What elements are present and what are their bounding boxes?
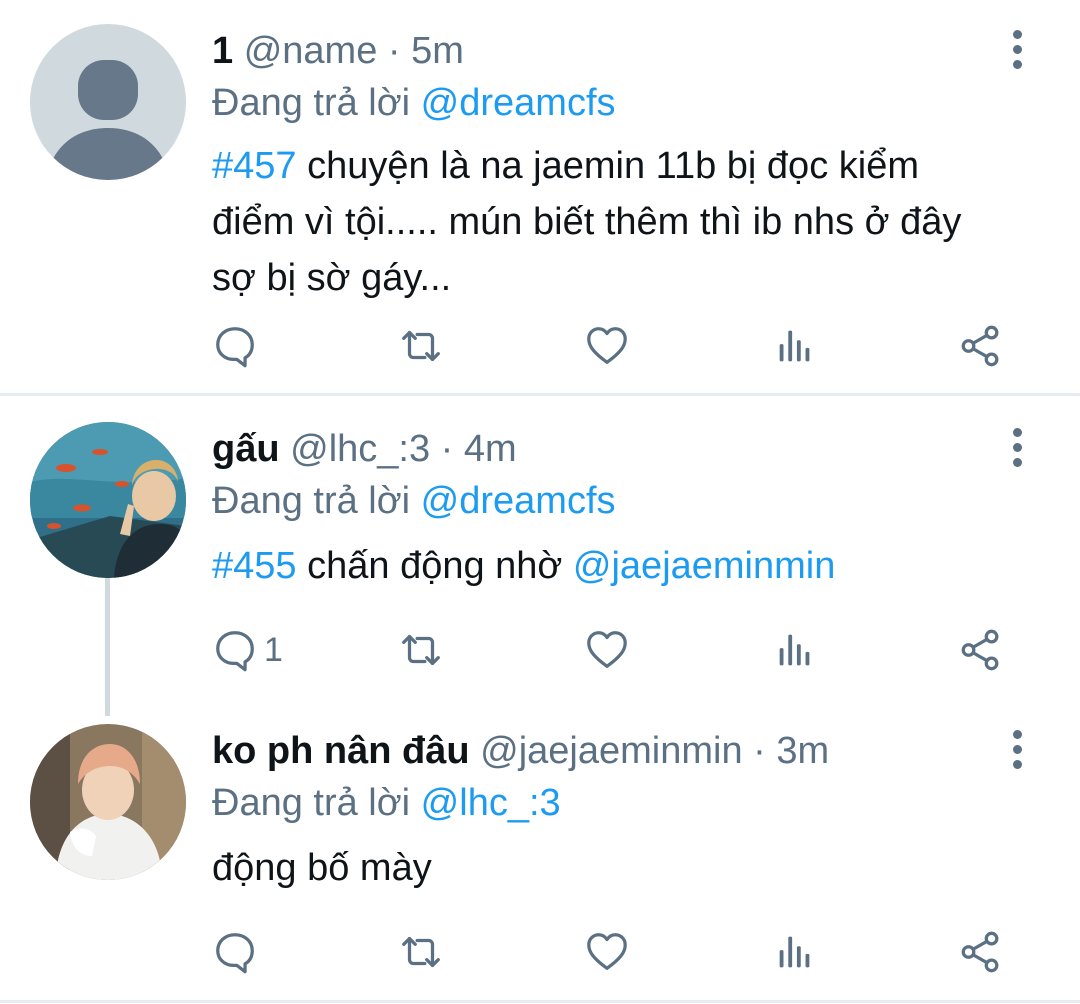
reply-button[interactable]: 1 bbox=[212, 620, 283, 680]
action-bar: 1 bbox=[212, 620, 1032, 680]
timestamp[interactable]: 4m bbox=[464, 428, 517, 470]
share-button[interactable] bbox=[958, 620, 1004, 680]
more-vertical-icon bbox=[1012, 29, 1022, 39]
reply-to-mention[interactable]: @dreamcfs bbox=[421, 480, 616, 522]
analytics-bars-icon bbox=[772, 929, 818, 975]
heart-icon bbox=[584, 323, 630, 369]
user-photo-portrait bbox=[30, 724, 186, 880]
separator: · bbox=[440, 428, 454, 470]
avatar-user-gau[interactable] bbox=[30, 422, 186, 578]
more-vertical-icon bbox=[1012, 427, 1022, 437]
reply-bubble-icon bbox=[212, 323, 258, 369]
reply-to-mention[interactable]: @lhc_:3 bbox=[421, 782, 561, 824]
retweet-button[interactable] bbox=[398, 620, 444, 680]
retweet-icon bbox=[398, 323, 444, 369]
separator: · bbox=[387, 30, 401, 72]
views-button[interactable] bbox=[772, 620, 818, 680]
handle[interactable]: @name bbox=[244, 30, 378, 72]
tweet-feed: 1 @name · 5m Đang trả lời @dreamcfs #457… bbox=[0, 0, 1080, 1004]
views-button[interactable] bbox=[772, 316, 818, 376]
avatar-user-jaejaeminmin[interactable] bbox=[30, 724, 186, 880]
tweet-header: 1 @name · 5m bbox=[212, 26, 990, 76]
like-button[interactable] bbox=[584, 316, 630, 376]
more-options-button[interactable] bbox=[1002, 422, 1032, 472]
tweet-text: #457 chuyện là na jaemin 11b bị đọc kiểm… bbox=[212, 138, 1052, 306]
more-vertical-icon bbox=[1012, 729, 1022, 739]
retweet-icon bbox=[398, 627, 444, 673]
tweet-divider bbox=[0, 1000, 1080, 1003]
reply-button[interactable] bbox=[212, 316, 264, 376]
display-name[interactable]: 1 bbox=[212, 30, 233, 72]
default-avatar-icon bbox=[30, 24, 186, 180]
tweet[interactable]: gấu @lhc_:3 · 4m Đang trả lời @dreamcfs … bbox=[0, 398, 1080, 698]
like-button[interactable] bbox=[584, 922, 630, 982]
text-segment: chấn động nhờ bbox=[296, 545, 573, 587]
tweet-header: gấu @lhc_:3 · 4m bbox=[212, 424, 990, 474]
display-name[interactable]: gấu bbox=[212, 428, 280, 470]
tweet-text: #455 chấn động nhờ @jaejaeminmin bbox=[212, 538, 1052, 594]
timestamp[interactable]: 3m bbox=[776, 730, 829, 772]
share-icon bbox=[958, 323, 1004, 369]
reply-prefix: Đang trả lời bbox=[212, 782, 411, 824]
hashtag-link[interactable]: #457 bbox=[212, 145, 297, 187]
heart-icon bbox=[584, 929, 630, 975]
tweet-header: ko ph nân đâu @jaejaeminmin · 3m bbox=[212, 726, 990, 776]
retweet-button[interactable] bbox=[398, 316, 444, 376]
action-bar bbox=[212, 922, 1032, 982]
reply-to-mention[interactable]: @dreamcfs bbox=[421, 82, 616, 124]
text-line: điểm vì tội..... mún biết thêm thì ib nh… bbox=[212, 201, 962, 243]
action-bar bbox=[212, 316, 1032, 376]
text-line: chuyện là na jaemin 11b bị đọc kiểm bbox=[296, 145, 919, 187]
reply-bubble-icon bbox=[212, 627, 258, 673]
reply-count: 1 bbox=[264, 630, 283, 669]
avatar-default[interactable] bbox=[30, 24, 186, 180]
analytics-bars-icon bbox=[772, 323, 818, 369]
reply-prefix: Đang trả lời bbox=[212, 480, 411, 522]
tweet-divider bbox=[0, 393, 1080, 396]
reply-prefix: Đang trả lời bbox=[212, 82, 411, 124]
text-line: sợ bị sờ gáy... bbox=[212, 257, 452, 299]
replying-to: Đang trả lời @dreamcfs bbox=[212, 476, 616, 526]
views-button[interactable] bbox=[772, 922, 818, 982]
timestamp[interactable]: 5m bbox=[411, 30, 464, 72]
more-options-button[interactable] bbox=[1002, 724, 1032, 774]
share-button[interactable] bbox=[958, 922, 1004, 982]
analytics-bars-icon bbox=[772, 627, 818, 673]
reply-bubble-icon bbox=[212, 929, 258, 975]
more-options-button[interactable] bbox=[1002, 24, 1032, 74]
share-icon bbox=[958, 929, 1004, 975]
tweet[interactable]: ko ph nân đâu @jaejaeminmin · 3m Đang tr… bbox=[0, 700, 1080, 1000]
retweet-button[interactable] bbox=[398, 922, 444, 982]
replying-to: Đang trả lời @dreamcfs bbox=[212, 78, 616, 128]
tweet[interactable]: 1 @name · 5m Đang trả lời @dreamcfs #457… bbox=[0, 0, 1080, 392]
handle[interactable]: @jaejaeminmin bbox=[480, 730, 742, 772]
like-button[interactable] bbox=[584, 620, 630, 680]
hashtag-link[interactable]: #455 bbox=[212, 545, 297, 587]
tweet-text: động bố mày bbox=[212, 847, 432, 889]
reply-button[interactable] bbox=[212, 922, 264, 982]
mention-link[interactable]: @jaejaeminmin bbox=[573, 545, 835, 587]
heart-icon bbox=[584, 627, 630, 673]
replying-to: Đang trả lời @lhc_:3 bbox=[212, 778, 561, 828]
display-name[interactable]: ko ph nân đâu bbox=[212, 730, 470, 772]
share-button[interactable] bbox=[958, 316, 1004, 376]
retweet-icon bbox=[398, 929, 444, 975]
share-icon bbox=[958, 627, 1004, 673]
handle[interactable]: @lhc_:3 bbox=[290, 428, 430, 470]
user-photo-aquarium bbox=[30, 422, 186, 578]
separator: · bbox=[753, 730, 766, 772]
